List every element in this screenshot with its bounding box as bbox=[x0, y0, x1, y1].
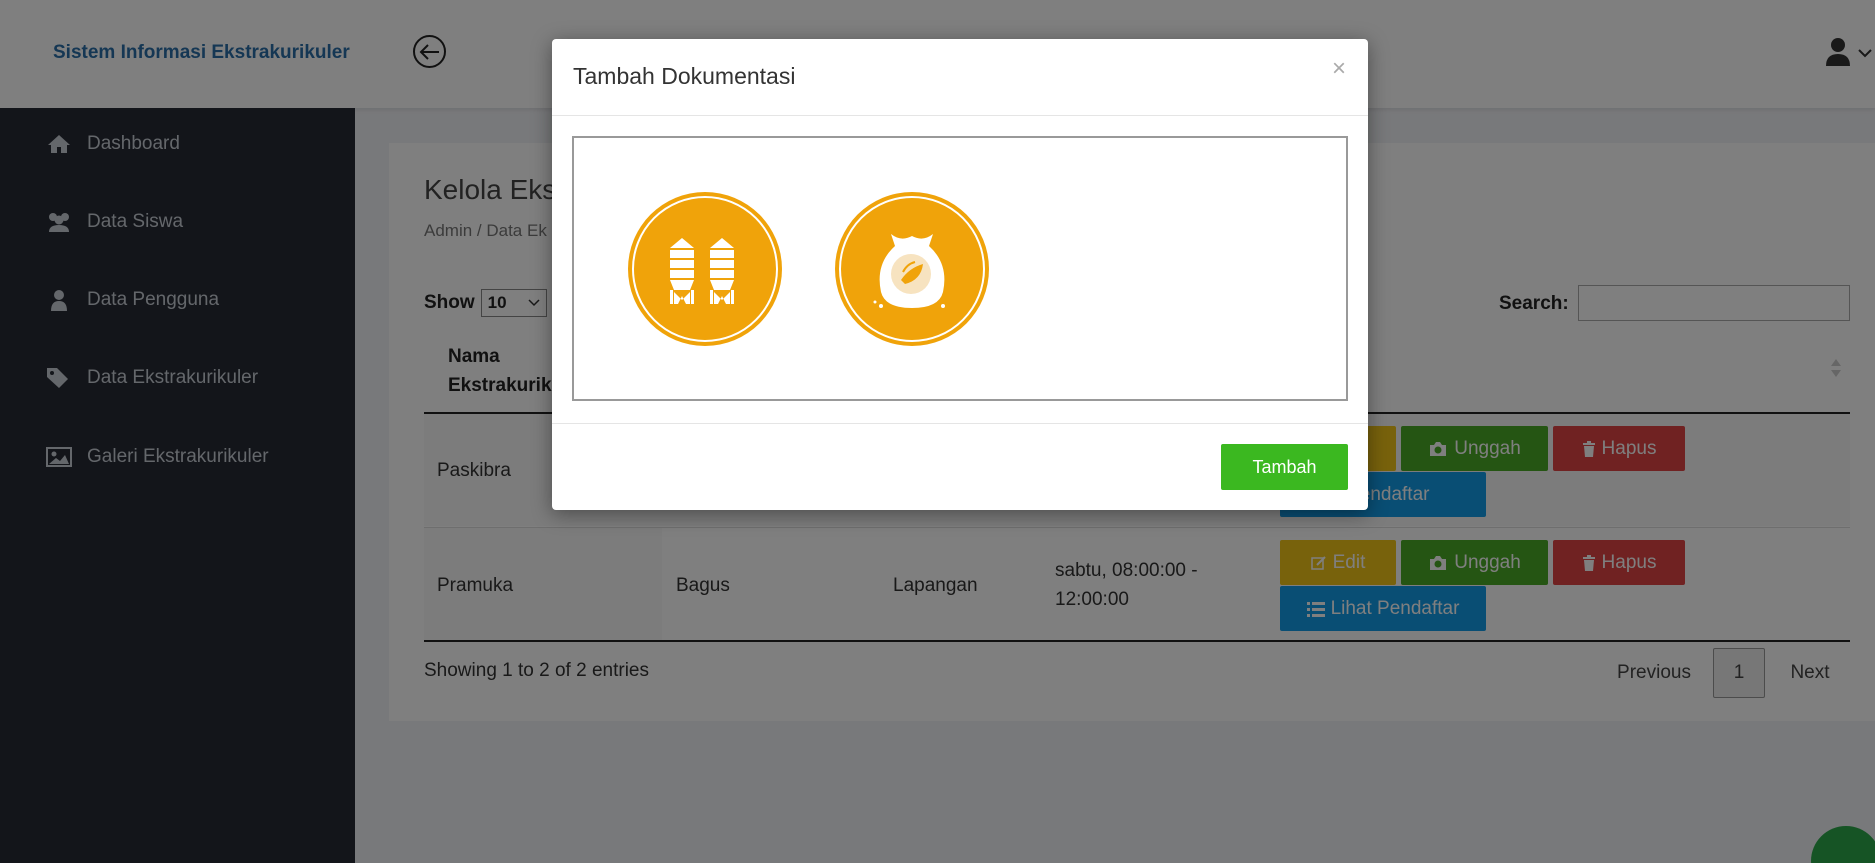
grain-sack-icon bbox=[831, 188, 993, 350]
modal-title: Tambah Dokumentasi bbox=[573, 63, 796, 89]
modal-footer-divider bbox=[552, 423, 1368, 424]
close-icon[interactable]: × bbox=[1332, 57, 1346, 81]
modal-header-divider bbox=[552, 115, 1368, 116]
image-preview-area[interactable] bbox=[572, 136, 1348, 401]
add-documentation-modal: Tambah Dokumentasi × Tambah bbox=[552, 39, 1368, 510]
tambah-button[interactable]: Tambah bbox=[1221, 444, 1348, 490]
silo-icon bbox=[624, 188, 786, 350]
